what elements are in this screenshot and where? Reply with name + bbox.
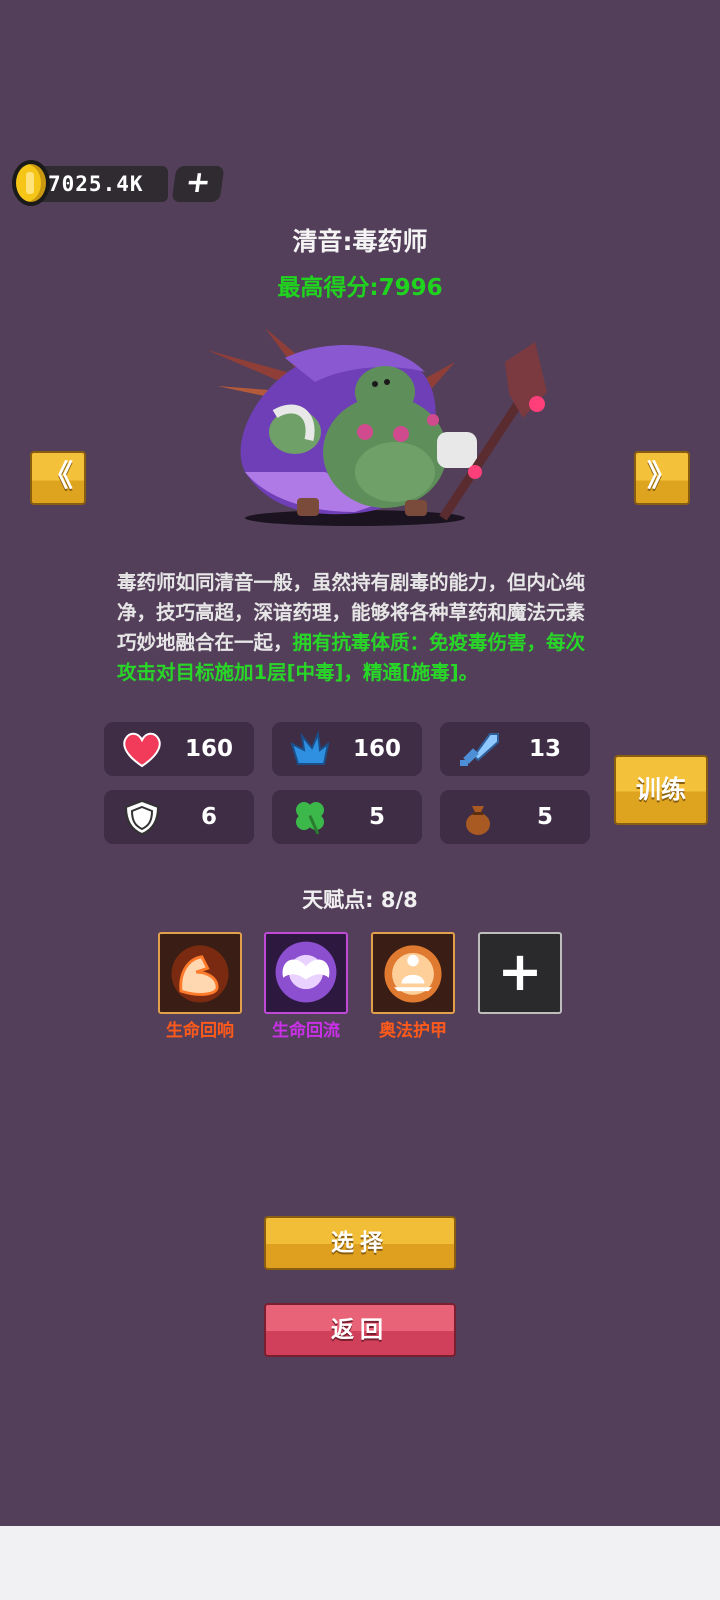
money-bag-icon bbox=[466, 806, 490, 835]
add-currency-button[interactable]: + bbox=[171, 165, 225, 202]
meditation-icon bbox=[373, 934, 453, 1012]
stat-wealth: 5 bbox=[440, 790, 590, 844]
add-skill-button[interactable]: + bbox=[478, 932, 562, 1014]
sword-icon bbox=[460, 733, 499, 766]
skill-slot-life-echo[interactable] bbox=[158, 932, 242, 1014]
skill-name-arcane-armor: 奥法护甲 bbox=[379, 1021, 447, 1041]
flexed-arm-icon bbox=[160, 934, 240, 1012]
talent-points: 天赋点: 8/8 bbox=[302, 888, 418, 912]
previous-character-button[interactable]: 《 bbox=[30, 451, 86, 505]
next-character-button[interactable]: 》 bbox=[634, 451, 690, 505]
stat-health: 160 bbox=[104, 722, 254, 776]
character-name: 清音:毒药师 bbox=[292, 227, 428, 256]
stat-luck: 5 bbox=[272, 790, 422, 844]
currency-amount: 7025.4K bbox=[48, 172, 144, 196]
select-button[interactable]: 选择 bbox=[264, 1216, 456, 1270]
best-score: 最高得分:7996 bbox=[277, 275, 443, 301]
skill-name-life-flow: 生命回流 bbox=[272, 1021, 340, 1041]
character-description: 毒药师如同清音一般，虽然持有剧毒的能力，但内心纯净，技巧高超，深谙药理，能够将各… bbox=[117, 568, 603, 688]
skill-slot-arcane-armor[interactable] bbox=[371, 932, 455, 1014]
stat-value: 6 bbox=[200, 804, 217, 830]
shield-icon bbox=[124, 799, 160, 836]
back-button[interactable]: 返回 bbox=[264, 1303, 456, 1357]
gold-coin-icon bbox=[12, 160, 50, 206]
clover-icon bbox=[296, 802, 324, 835]
system-navigation-bar bbox=[0, 1526, 720, 1600]
stat-value: 160 bbox=[184, 736, 233, 762]
stat-energy: 160 bbox=[272, 722, 422, 776]
stat-value: 160 bbox=[352, 736, 401, 762]
stat-value: 5 bbox=[368, 804, 385, 830]
poison-master-character-art bbox=[207, 328, 547, 526]
train-button[interactable]: 训练 bbox=[614, 755, 708, 825]
skill-slot-life-flow[interactable] bbox=[264, 932, 348, 1014]
angel-wings-icon bbox=[266, 934, 346, 1012]
stat-value: 13 bbox=[528, 736, 561, 762]
heart-icon bbox=[123, 732, 161, 768]
skill-name-life-echo: 生命回响 bbox=[166, 1021, 234, 1041]
blue-flame-icon bbox=[290, 730, 330, 765]
stat-value: 5 bbox=[536, 804, 553, 830]
stat-defense: 6 bbox=[104, 790, 254, 844]
stat-attack: 13 bbox=[440, 722, 590, 776]
